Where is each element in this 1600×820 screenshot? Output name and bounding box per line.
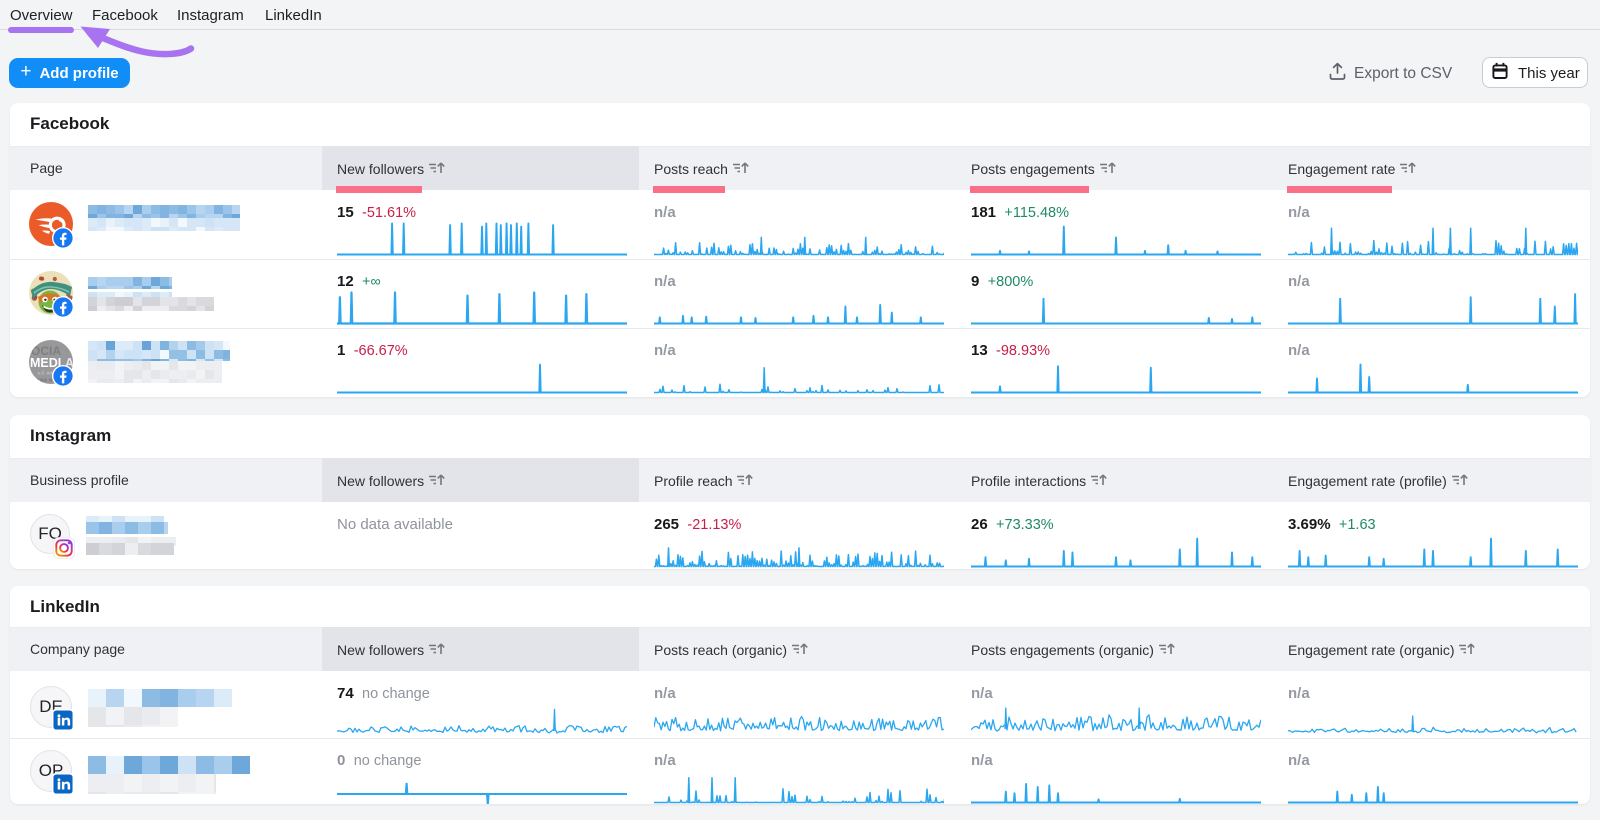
svg-text:■■■ ■: ■■■ ■ xyxy=(36,378,53,384)
